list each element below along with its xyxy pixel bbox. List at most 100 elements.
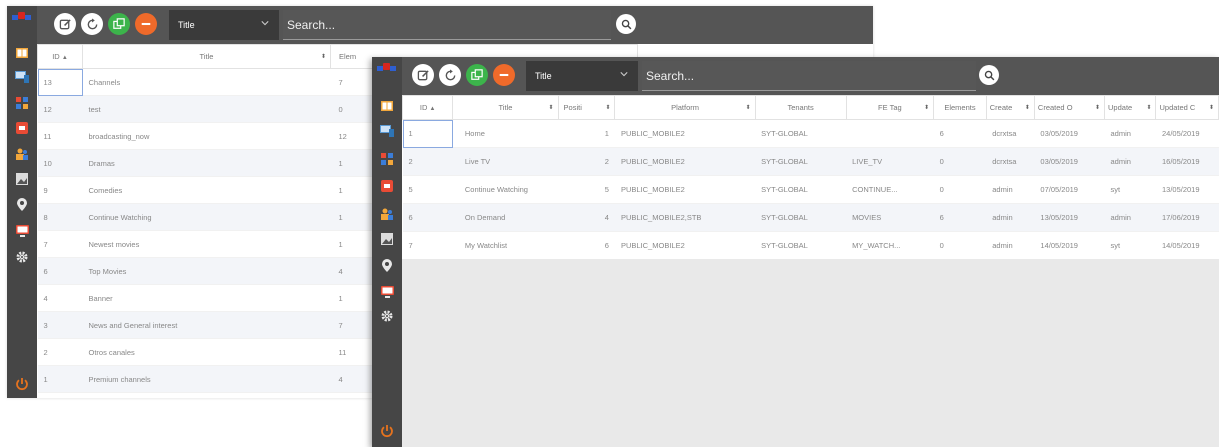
cell-title: test [82, 95, 331, 123]
cell-tenants: SYT-GLOBAL [755, 119, 847, 148]
column-created-by-label: Create [989, 103, 1013, 112]
categories-icon[interactable] [15, 96, 29, 110]
search-field-select[interactable]: Title [526, 61, 638, 91]
cell-elements: 0 [933, 147, 987, 176]
cell-updated-by: admin [1104, 119, 1156, 148]
cell-fe-tag [846, 119, 934, 148]
cell-position: 4 [558, 203, 615, 232]
app-logo [377, 63, 397, 75]
power-icon[interactable] [379, 423, 395, 439]
power-icon[interactable] [14, 376, 30, 392]
media-icon[interactable] [380, 179, 394, 193]
column-created-by[interactable]: Create ⬍ [985, 95, 1035, 120]
edit-button[interactable] [54, 13, 76, 35]
search-input[interactable] [642, 61, 976, 91]
cell-title: Continue Watching [452, 175, 559, 204]
delete-button[interactable] [493, 64, 515, 86]
search-field-value: Title [178, 20, 195, 30]
column-fe-tag[interactable]: FE Tag ⬍ [845, 95, 935, 120]
column-title[interactable]: Title ⬍ [452, 95, 559, 120]
search-field-select[interactable]: Title [169, 10, 279, 40]
catalog-icon[interactable] [380, 99, 394, 113]
cell-id: 6 [37, 257, 83, 285]
cell-updated-on: 14/05/2019 [1155, 231, 1219, 260]
users-icon[interactable] [380, 207, 394, 221]
cell-tenants: SYT-GLOBAL [755, 147, 847, 176]
delete-button[interactable] [135, 13, 157, 35]
settings-icon[interactable] [380, 309, 394, 323]
cell-created-on: 13/05/2019 [1034, 203, 1105, 232]
cell-elements: 0 [933, 231, 987, 260]
images-icon[interactable] [15, 172, 29, 186]
column-id[interactable]: ID ▲ [37, 44, 83, 69]
cell-title: Otros canales [82, 338, 331, 366]
catalog-icon[interactable] [15, 46, 29, 60]
column-tenants-label: Tenants [787, 103, 814, 112]
column-elements-label: Elem [339, 52, 357, 61]
table-row[interactable]: 5 Continue Watching 5 PUBLIC_MOBILE2 SYT-GLO… [402, 175, 1219, 204]
column-id-label: ID [419, 103, 428, 112]
images-icon[interactable] [380, 232, 394, 246]
cell-tenants: SYT-GLOBAL [755, 231, 847, 260]
column-title-label: Title [498, 103, 513, 112]
column-id-label: ID [52, 52, 60, 61]
column-elements[interactable]: Elements [933, 95, 987, 120]
monitor-icon[interactable] [380, 285, 394, 299]
column-created-on-label: Created O [1037, 103, 1073, 112]
cell-created-on: 03/05/2019 [1034, 119, 1105, 148]
column-elements-label: Elements [944, 103, 976, 112]
cell-updated-by: syt [1104, 231, 1156, 260]
cell-title: Top Movies [82, 257, 331, 285]
column-created-on[interactable]: Created O ⬍ [1033, 95, 1106, 120]
users-icon[interactable] [15, 147, 29, 161]
column-platform[interactable]: Platform ⬍ [614, 95, 756, 120]
table-row[interactable]: 6 On Demand 4 PUBLIC_MOBILE2,STB SYT-GLOBAL M… [402, 203, 1219, 232]
column-updated-by[interactable]: Update ⬍ [1104, 95, 1157, 120]
cell-title: broadcasting_now [82, 122, 331, 150]
cell-title: Dramas [82, 149, 331, 177]
cell-created-on: 07/05/2019 [1034, 175, 1105, 204]
cell-fe-tag: MOVIES [846, 203, 934, 232]
toolbar: Title [402, 57, 1219, 95]
screens-window: Title ID ▲ Title ⬍ Positi ⬍ Platform ⬍ Tena… [372, 57, 1219, 447]
search-input[interactable] [283, 10, 611, 40]
search-button[interactable] [616, 14, 636, 34]
table-row[interactable]: 1 Home 1 PUBLIC_MOBILE2 SYT-GLOBAL 6 dcrxtsa 03… [402, 119, 1219, 148]
cell-updated-by: admin [1104, 203, 1156, 232]
cell-platform: PUBLIC_MOBILE2 [614, 231, 756, 260]
categories-icon[interactable] [380, 152, 394, 166]
refresh-button[interactable] [81, 13, 103, 35]
table-row[interactable]: 2 Live TV 2 PUBLIC_MOBILE2 SYT-GLOBAL LIVE_TV… [402, 147, 1219, 176]
refresh-button[interactable] [439, 64, 461, 86]
column-tenants[interactable]: Tenants [754, 95, 847, 120]
refresh-icon [87, 17, 97, 29]
toolbar: Title [37, 6, 873, 44]
sort-icon: ⬍ [1024, 105, 1030, 111]
location-icon[interactable] [380, 258, 394, 272]
cell-title: Premium channels [82, 365, 331, 393]
devices-icon[interactable] [380, 124, 394, 138]
column-updated-on[interactable]: Updated C ⬍ [1155, 95, 1219, 120]
monitor-icon[interactable] [15, 224, 29, 238]
cell-fe-tag: LIVE_TV [846, 147, 934, 176]
add-button[interactable] [108, 13, 130, 35]
cell-id: 10 [37, 149, 83, 177]
table-row[interactable]: 7 My Watchlist 6 PUBLIC_MOBILE2 SYT-GLOBAL MY… [402, 231, 1219, 260]
cell-title: News and General interest [82, 311, 331, 339]
media-icon[interactable] [15, 121, 29, 135]
search-button[interactable] [979, 65, 999, 85]
edit-button[interactable] [412, 64, 434, 86]
settings-icon[interactable] [15, 250, 29, 264]
location-icon[interactable] [15, 197, 29, 211]
column-id[interactable]: ID ▲ [401, 95, 454, 120]
column-position[interactable]: Positi ⬍ [557, 95, 616, 120]
column-title[interactable]: Title ⬍ [82, 44, 331, 69]
cell-id: 11 [37, 122, 83, 150]
cell-id: 3 [37, 311, 83, 339]
cell-updated-on: 17/06/2019 [1155, 203, 1219, 232]
cell-id: 13 [37, 68, 83, 96]
cell-title: Live TV [452, 147, 559, 176]
devices-icon[interactable] [15, 70, 29, 84]
add-button[interactable] [466, 64, 488, 86]
cell-id: 9 [37, 176, 83, 204]
